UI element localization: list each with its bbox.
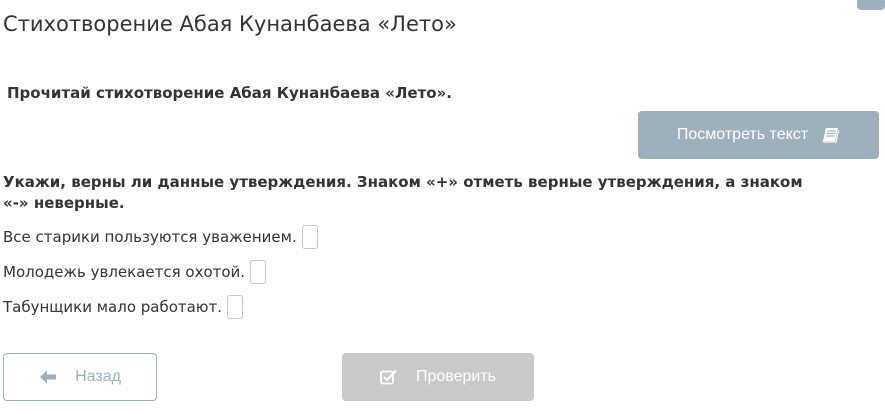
page-title: Стихотворение Абая Кунанбаева «Лето» bbox=[3, 12, 457, 36]
statement-item: Все старики пользуются уважением. bbox=[3, 224, 318, 250]
check-button[interactable]: Проверить bbox=[342, 353, 534, 401]
checkbox-checked-icon bbox=[380, 369, 398, 385]
statement-item: Молодежь увлекается охотой. bbox=[3, 259, 318, 285]
view-text-label: Посмотреть текст bbox=[676, 126, 809, 143]
arrow-left-icon bbox=[39, 370, 57, 384]
view-text-button[interactable]: Посмотреть текст bbox=[638, 111, 879, 159]
check-label: Проверить bbox=[415, 368, 496, 385]
answer-input[interactable] bbox=[301, 225, 318, 249]
answer-input[interactable] bbox=[227, 295, 243, 319]
statement-text: Молодежь увлекается охотой. bbox=[3, 263, 246, 281]
answer-input[interactable] bbox=[250, 260, 267, 284]
corner-tab[interactable] bbox=[857, 0, 885, 10]
statement-text: Табунщики мало работают. bbox=[3, 298, 222, 316]
back-label: Назад bbox=[75, 368, 121, 385]
task-page: Стихотворение Абая Кунанбаева «Лето» Про… bbox=[0, 0, 885, 414]
back-button[interactable]: Назад bbox=[3, 353, 157, 401]
book-icon bbox=[822, 127, 840, 143]
statement-list: Все старики пользуются уважением. Молоде… bbox=[3, 224, 318, 329]
question-text: Укажи, верны ли данные утверждения. Знак… bbox=[3, 173, 803, 212]
statement-item: Табунщики мало работают. bbox=[3, 294, 318, 320]
reading-instruction: Прочитай стихотворение Абая Кунанбаева «… bbox=[7, 84, 452, 102]
statement-text: Все старики пользуются уважением. bbox=[3, 228, 297, 246]
